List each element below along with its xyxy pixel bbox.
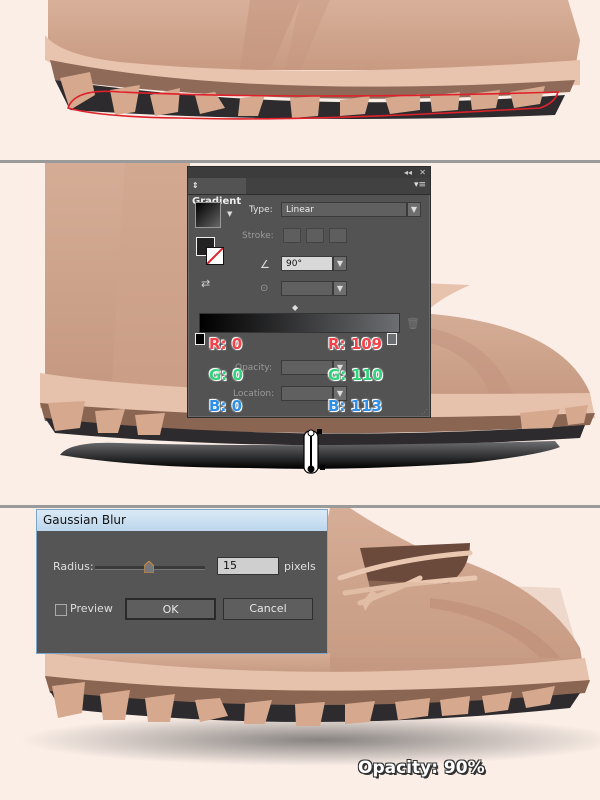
panel-menu-icon[interactable]: ▾≡ [414, 180, 426, 190]
ok-label: OK [162, 603, 179, 616]
trash-icon[interactable]: 🗑 [406, 317, 420, 330]
type-label: Type: [249, 205, 273, 215]
gaussian-blur-dialog: Gaussian Blur Radius: 15 pixels Preview … [36, 509, 328, 654]
tab-arrows-icon: ⇕ [192, 181, 199, 190]
aspect-dropdown-icon[interactable]: ▼ [333, 281, 347, 296]
reverse-gradient-icon[interactable]: ⇄ [201, 277, 210, 290]
right-stop-blue: B: 113 [328, 397, 382, 415]
angle-value: 90° [286, 259, 302, 269]
gradient-ramp[interactable] [199, 313, 400, 333]
preview-checkbox[interactable] [55, 604, 67, 616]
left-stop-green: G: 0 [209, 366, 243, 384]
opacity-annotation: Opacity: 90% [358, 758, 485, 778]
stroke-across-button[interactable] [329, 228, 347, 243]
stroke-within-button[interactable] [283, 228, 301, 243]
radius-slider-thumb[interactable] [143, 558, 155, 574]
left-stop-blue: B: 0 [209, 397, 243, 415]
type-value: Linear [286, 205, 314, 215]
gradient-swatch[interactable] [195, 202, 221, 228]
resize-grip-icon[interactable]: ⋰ [421, 408, 428, 416]
gradient-stop-right[interactable] [387, 333, 397, 345]
stroke-along-button[interactable] [306, 228, 324, 243]
tab-gradient[interactable]: ⇕ Gradient [188, 178, 246, 207]
dialog-titlebar[interactable]: Gaussian Blur [37, 510, 327, 531]
cancel-button[interactable]: Cancel [223, 598, 313, 620]
radius-input[interactable]: 15 [217, 557, 279, 575]
ok-button[interactable]: OK [125, 598, 216, 620]
stroke-label: Stroke: [242, 231, 274, 241]
aspect-input[interactable] [281, 281, 333, 296]
panel-titlebar[interactable]: ◂◂ ✕ [188, 167, 430, 178]
preview-label: Preview [70, 602, 113, 615]
close-icon[interactable]: ✕ [419, 167, 426, 178]
opacity-input[interactable] [281, 360, 333, 375]
chevron-down-icon[interactable]: ▼ [407, 202, 421, 217]
aspect-ratio-icon: ⊙ [260, 283, 269, 294]
angle-input[interactable]: 90° [281, 256, 333, 271]
midpoint-diamond-icon[interactable]: ◆ [292, 303, 298, 312]
type-select[interactable]: Linear [281, 202, 407, 217]
angle-dropdown-icon[interactable]: ▼ [333, 256, 347, 271]
gradient-stop-left[interactable] [195, 333, 205, 345]
left-stop-red: R: 0 [209, 335, 243, 353]
cancel-label: Cancel [249, 602, 287, 615]
location-input[interactable] [281, 386, 333, 401]
right-stop-red: R: 109 [328, 335, 383, 353]
radius-value: 15 [223, 559, 237, 572]
dialog-title: Gaussian Blur [43, 513, 126, 527]
step-1-panel [0, 0, 600, 160]
shoe-illustration-1 [45, 0, 580, 120]
angle-icon: ∠ [260, 258, 270, 271]
collapse-icon[interactable]: ◂◂ [404, 167, 412, 178]
unit-label: pixels [284, 560, 316, 573]
radius-label: Radius: [53, 560, 94, 573]
right-stop-green: G: 110 [328, 366, 383, 384]
swatch-dropdown-icon[interactable]: ▼ [227, 210, 232, 218]
stroke-swatch[interactable] [206, 247, 224, 265]
